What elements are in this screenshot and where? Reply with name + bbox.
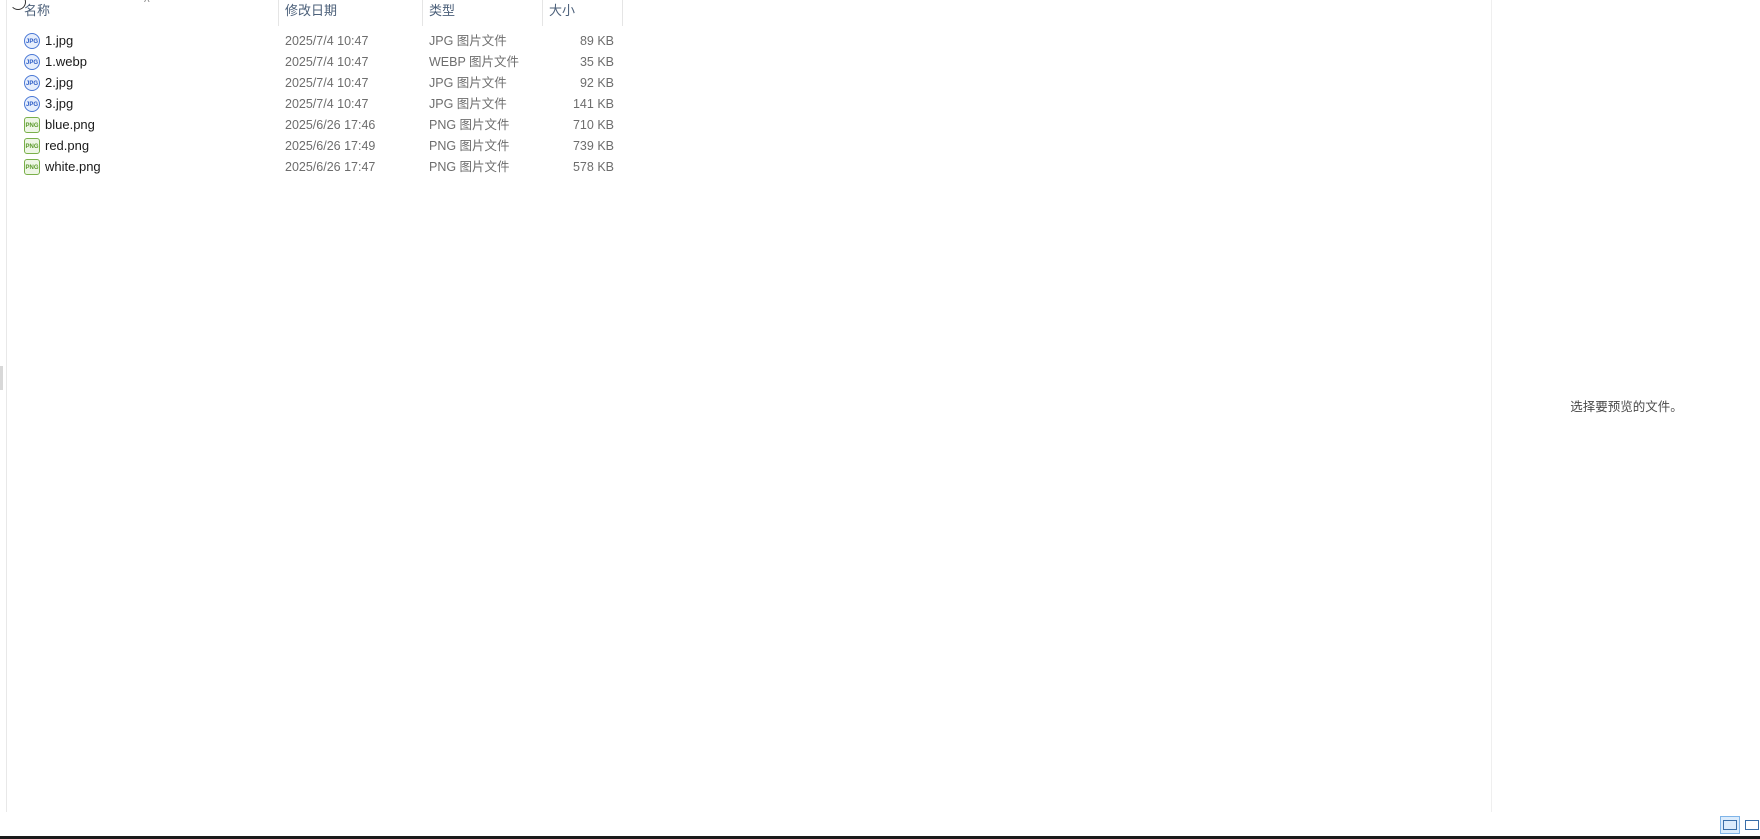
file-date: 2025/6/26 17:49 [285,139,376,153]
jpg-file-icon: JPG [24,96,40,112]
file-row[interactable]: JPG 1.webp 2025/7/4 10:47 WEBP 图片文件 35 K… [22,52,622,72]
navigation-pane-edge [0,0,7,812]
file-date: 2025/7/4 10:47 [285,97,369,111]
file-date: 2025/7/4 10:47 [285,76,369,90]
file-name: 3.jpg [45,96,74,111]
file-type: PNG 图片文件 [429,160,510,174]
file-type: JPG 图片文件 [429,97,507,111]
file-size: 141 KB [572,97,614,111]
column-header-type[interactable]: 类型 [423,0,542,24]
preview-pane: 选择要预览的文件。 [1491,0,1760,812]
file-row[interactable]: JPG 2.jpg 2025/7/4 10:47 JPG 图片文件 92 KB [22,73,622,93]
file-date: 2025/6/26 17:47 [285,160,376,174]
file-type: PNG 图片文件 [429,118,510,132]
file-type: JPG 图片文件 [429,76,507,90]
file-size: 89 KB [579,34,614,48]
status-bar [0,812,1760,839]
png-file-icon: PNG [24,159,40,175]
file-name: blue.png [45,117,95,132]
file-row[interactable]: PNG blue.png 2025/6/26 17:46 PNG 图片文件 71… [22,115,622,135]
details-view-button[interactable] [1720,816,1740,834]
file-size: 578 KB [572,160,614,174]
large-icons-view-icon [1745,820,1759,830]
column-divider[interactable] [622,0,623,26]
file-type: JPG 图片文件 [429,34,507,48]
file-date: 2025/7/4 10:47 [285,34,369,48]
file-date: 2025/6/26 17:46 [285,118,376,132]
file-row[interactable]: PNG red.png 2025/6/26 17:49 PNG 图片文件 739… [22,136,622,156]
large-icons-view-button[interactable] [1742,816,1760,834]
file-row[interactable]: PNG white.png 2025/6/26 17:47 PNG 图片文件 5… [22,157,622,177]
file-name: red.png [45,138,90,153]
pane-resize-handle[interactable] [0,366,3,390]
sort-up-arrow-icon: ^ [144,0,150,9]
file-row[interactable]: JPG 1.jpg 2025/7/4 10:47 JPG 图片文件 89 KB [22,31,622,51]
file-size: 35 KB [579,55,614,69]
webp-file-icon: JPG [24,54,40,70]
file-type: PNG 图片文件 [429,139,510,153]
file-name: 1.jpg [45,33,74,48]
details-view-icon [1723,820,1737,830]
file-name: white.png [45,159,101,174]
jpg-file-icon: JPG [24,33,40,49]
file-name: 1.webp [45,54,87,69]
column-header-date[interactable]: 修改日期 [279,0,422,24]
preview-message: 选择要预览的文件。 [1570,400,1683,414]
file-date: 2025/7/4 10:47 [285,55,369,69]
file-size: 710 KB [572,118,614,132]
column-header-size[interactable]: 大小 [543,0,622,24]
file-type: WEBP 图片文件 [429,55,520,69]
file-name: 2.jpg [45,75,74,90]
jpg-file-icon: JPG [24,75,40,91]
file-size: 739 KB [572,139,614,153]
file-size: 92 KB [579,76,614,90]
column-header-row: 名称 ^ 修改日期 类型 大小 [0,0,624,26]
file-row[interactable]: JPG 3.jpg 2025/7/4 10:47 JPG 图片文件 141 KB [22,94,622,114]
png-file-icon: PNG [24,138,40,154]
png-file-icon: PNG [24,117,40,133]
